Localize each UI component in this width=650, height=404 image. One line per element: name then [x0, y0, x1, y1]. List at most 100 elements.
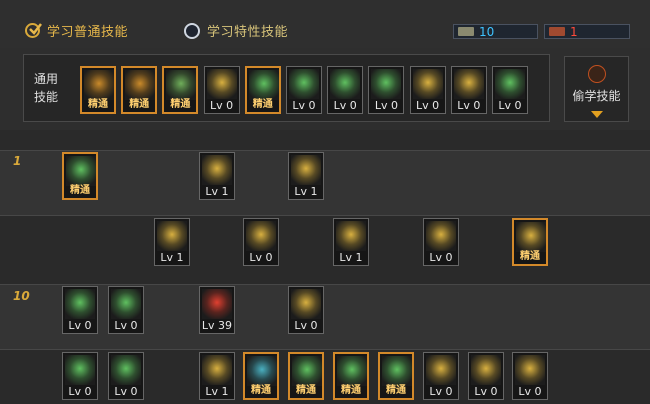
skill-slot[interactable]: Lv 0	[203, 66, 240, 114]
common-label-line2: 技能	[33, 90, 58, 104]
skill-level: Lv 0	[429, 385, 453, 398]
skill-slot[interactable]: 精通	[333, 352, 369, 400]
skill-slot[interactable]: Lv 1	[154, 218, 190, 266]
skill-slot[interactable]: 精通	[62, 152, 98, 200]
skill-icon	[84, 70, 114, 100]
skill-icon	[125, 70, 156, 100]
skill-icon	[248, 70, 279, 100]
mastered-badge: 精通	[296, 385, 316, 396]
mastered-badge: 精通	[88, 99, 108, 110]
skill-icon	[515, 355, 545, 385]
mastered-badge: 精通	[129, 99, 150, 110]
steal-skills-label: 偷学技能	[572, 89, 621, 103]
skill-slot[interactable]: Lv 0	[243, 218, 279, 266]
skill-slot[interactable]: Lv 1	[333, 218, 369, 266]
skill-icon	[65, 355, 95, 385]
skill-icon	[336, 221, 366, 251]
steal-skills-button[interactable]: 偷学技能	[564, 56, 629, 122]
skill-slot[interactable]: Lv 39	[199, 286, 235, 334]
skill-icon	[453, 69, 484, 99]
checkmark-icon	[25, 23, 42, 38]
skill-slot[interactable]: Lv 0	[286, 66, 322, 114]
skill-slot[interactable]: 精通	[80, 66, 116, 114]
skill-icon	[495, 69, 525, 99]
skill-icon	[111, 289, 141, 319]
skill-level: Lv 0	[416, 99, 440, 112]
mastered-badge: 精通	[341, 385, 361, 396]
skill-slot[interactable]: 精通	[512, 218, 548, 266]
skill-icon	[111, 355, 141, 385]
common-label-line1: 通用	[33, 72, 58, 86]
skill-slot[interactable]: 精通	[288, 352, 324, 400]
skill-slot[interactable]: Lv 0	[108, 352, 144, 400]
skill-slot[interactable]: 精通	[162, 66, 199, 114]
skill-level: Lv 0	[294, 319, 318, 332]
skill-slot[interactable]: Lv 0	[423, 218, 459, 266]
skill-slot[interactable]: Lv 1	[199, 152, 235, 200]
skill-icon	[516, 222, 546, 252]
skill-slot[interactable]: Lv 1	[288, 152, 324, 200]
skill-slot[interactable]: 精通	[244, 66, 281, 114]
skill-level: Lv 0	[374, 99, 398, 112]
skill-level: Lv 1	[205, 385, 229, 398]
sp-value: 10	[479, 24, 495, 39]
skill-slot[interactable]: 精通	[378, 352, 414, 400]
skill-slot[interactable]: Lv 0	[512, 352, 548, 400]
common-skills-label: 通用 技能	[33, 70, 59, 106]
skill-icon	[202, 355, 232, 385]
skill-slot[interactable]: Lv 0	[409, 66, 446, 114]
skill-slot[interactable]: Lv 0	[368, 66, 405, 114]
skill-icon	[206, 69, 237, 99]
skill-slot[interactable]: Lv 0	[468, 352, 504, 400]
skill-slot[interactable]: Lv 0	[423, 352, 459, 400]
sp-book-icon	[458, 27, 474, 36]
tp-counter: 1	[544, 24, 630, 39]
skill-icon	[202, 289, 232, 319]
skill-slot[interactable]: Lv 0	[450, 66, 487, 114]
mastered-badge: 精通	[70, 185, 90, 196]
tab-normal-skills[interactable]: 学习普通技能	[25, 21, 128, 40]
skill-level: Lv 0	[333, 99, 357, 112]
skill-icon	[66, 156, 96, 186]
skill-slot[interactable]: Lv 0	[327, 66, 364, 114]
skill-icon	[166, 70, 197, 100]
skill-level: Lv 1	[160, 251, 184, 264]
skill-slot[interactable]: 精通	[243, 352, 279, 400]
skill-slot[interactable]: Lv 0	[62, 286, 98, 334]
skill-level: Lv 0	[114, 319, 138, 332]
skill-slot[interactable]: Lv 0	[288, 286, 324, 334]
skill-level: Lv 0	[498, 99, 522, 112]
skill-icon	[157, 221, 187, 251]
skill-slot[interactable]: Lv 0	[492, 66, 528, 114]
skill-level: Lv 0	[457, 99, 481, 112]
skill-icon	[246, 221, 276, 251]
skill-level: Lv 0	[210, 99, 234, 112]
skill-slot[interactable]: Lv 1	[199, 352, 235, 400]
skill-icon	[289, 69, 319, 99]
tp-value: 1	[570, 24, 578, 39]
skill-level: Lv 1	[294, 185, 318, 198]
skill-level: Lv 0	[68, 319, 92, 332]
mastered-badge: 精通	[251, 385, 271, 396]
skill-icon	[202, 155, 232, 185]
level-marker-10: 10	[13, 289, 30, 303]
skill-slot[interactable]: 精通	[121, 66, 158, 114]
skill-level: Lv 1	[339, 251, 363, 264]
skill-level: Lv 0	[518, 385, 542, 398]
dropdown-arrow-icon	[591, 111, 603, 118]
tab-normal-label: 学习普通技能	[47, 25, 129, 40]
skill-level: Lv 0	[429, 251, 453, 264]
skill-icon	[426, 221, 456, 251]
radio-unselected-icon	[184, 22, 200, 39]
skill-icon	[412, 69, 443, 99]
skill-slot[interactable]: Lv 0	[62, 352, 98, 400]
skill-icon	[330, 69, 361, 99]
skill-level: Lv 0	[249, 251, 273, 264]
skill-icon	[65, 289, 95, 319]
skill-icon	[471, 355, 501, 385]
tree-header-strip	[0, 130, 650, 150]
skill-slot[interactable]: Lv 0	[108, 286, 144, 334]
skill-level: Lv 39	[201, 319, 233, 332]
level-marker-1: 1	[13, 154, 22, 168]
tab-special-skills[interactable]: 学习特性技能	[184, 21, 288, 40]
